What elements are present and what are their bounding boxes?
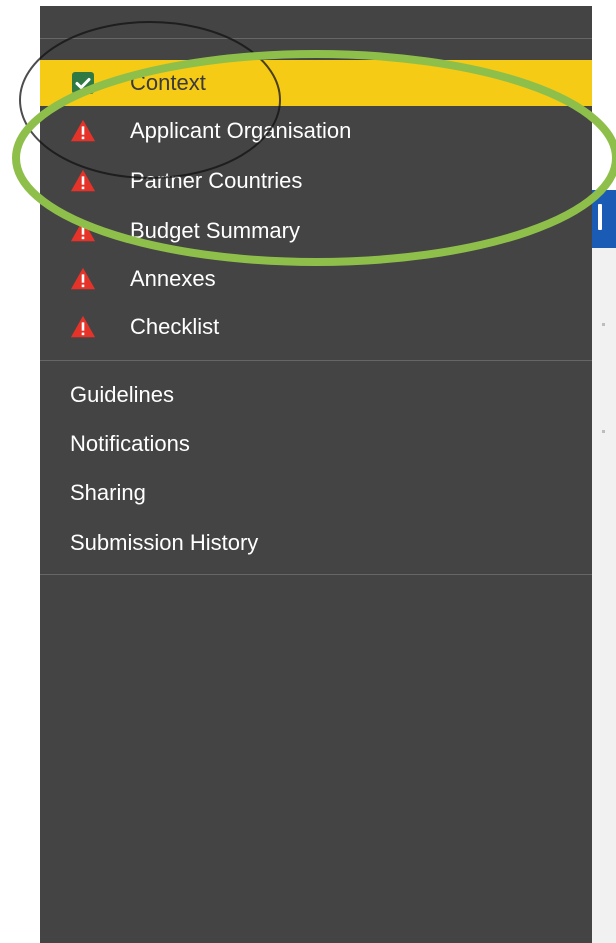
sidebar-link-submission-history[interactable]: Submission History xyxy=(70,520,258,566)
content-header-tab xyxy=(598,204,602,230)
content-header-bar xyxy=(592,190,616,248)
sidebar-item-label: Partner Countries xyxy=(130,168,303,193)
screenshot-stage: Context Applicant Organisation Partner C… xyxy=(0,0,616,943)
sidebar: Context Applicant Organisation Partner C… xyxy=(40,6,592,943)
content-body xyxy=(592,248,616,943)
sidebar-divider xyxy=(40,38,592,39)
sidebar-item-partner-countries[interactable]: Partner Countries xyxy=(40,158,592,204)
warning-triangle-icon xyxy=(70,168,96,194)
check-square-icon xyxy=(70,70,96,96)
sidebar-header xyxy=(40,6,592,38)
sidebar-link-sharing[interactable]: Sharing xyxy=(70,470,146,516)
warning-triangle-icon xyxy=(70,218,96,244)
sidebar-link-notifications[interactable]: Notifications xyxy=(70,421,190,467)
sidebar-item-label: Checklist xyxy=(130,314,220,339)
warning-triangle-icon xyxy=(70,118,96,144)
sidebar-item-label: Annexes xyxy=(130,266,216,291)
sidebar-link-guidelines[interactable]: Guidelines xyxy=(70,372,174,418)
content-marker xyxy=(602,430,605,433)
sidebar-item-applicant-organisation[interactable]: Applicant Organisation xyxy=(40,108,592,154)
sidebar-item-label: Applicant Organisation xyxy=(130,118,352,143)
main-content-edge xyxy=(592,0,616,943)
sidebar-divider xyxy=(40,574,592,575)
sidebar-item-checklist[interactable]: Checklist xyxy=(40,304,592,350)
content-top xyxy=(592,0,616,190)
sidebar-item-context[interactable]: Context xyxy=(40,60,592,106)
warning-triangle-icon xyxy=(70,266,96,292)
sidebar-divider xyxy=(40,360,592,361)
sidebar-item-annexes[interactable]: Annexes xyxy=(40,256,592,302)
sidebar-item-label: Budget Summary xyxy=(130,218,300,243)
content-marker xyxy=(602,323,605,326)
sidebar-item-label: Context xyxy=(130,70,206,95)
warning-triangle-icon xyxy=(70,314,96,340)
sidebar-item-budget-summary[interactable]: Budget Summary xyxy=(40,208,592,254)
